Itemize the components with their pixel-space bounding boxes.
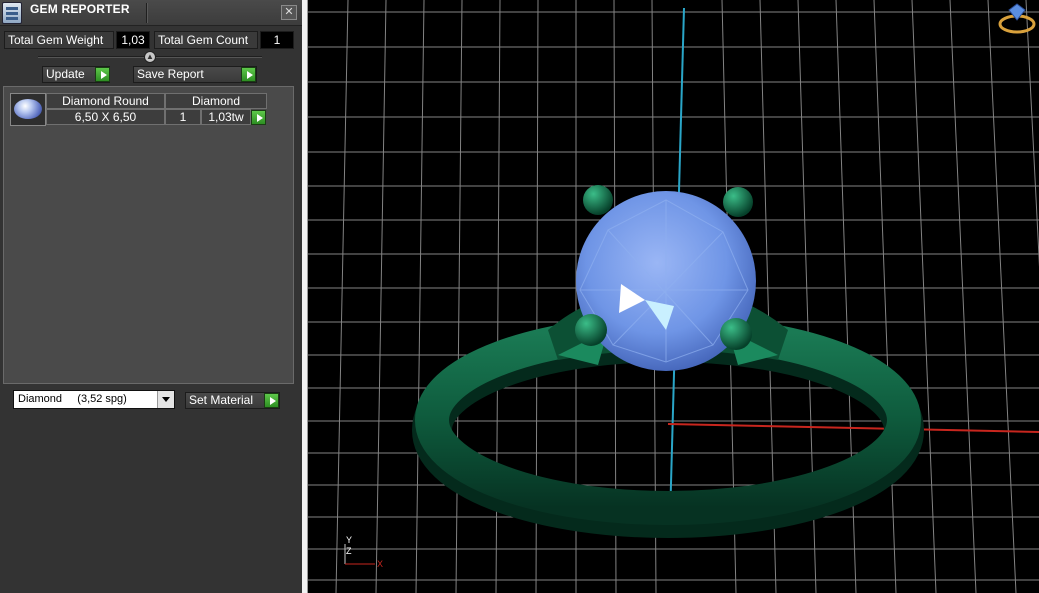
total-gem-weight-label: Total Gem Weight	[4, 31, 114, 49]
gem-report-list	[3, 86, 294, 384]
save-report-button-label: Save Report	[137, 67, 204, 81]
material-dropdown-value: Diamond (3,52 spg)	[18, 393, 127, 405]
axis-y-label: Y	[346, 535, 352, 545]
title-separator	[146, 3, 147, 23]
gem-reporter-app-icon	[2, 2, 22, 24]
gem-count-cell: 1	[165, 109, 201, 125]
x-axis-line	[667, 423, 1039, 433]
gem-weight-cell: 1,03tw	[201, 109, 251, 125]
material-dropdown[interactable]: Diamond (3,52 spg)	[13, 390, 175, 409]
gem-size-cell: 6,50 X 6,50	[46, 109, 165, 125]
collapse-arrow-icon[interactable]: ▲	[144, 51, 156, 63]
axis-z-label: Z	[346, 546, 352, 556]
gem-thumbnail[interactable]	[10, 93, 46, 126]
title-bar[interactable]: GEM REPORTER ✕	[0, 0, 302, 26]
total-gem-count-value: 1	[260, 31, 294, 49]
play-arrow-icon[interactable]	[264, 393, 279, 408]
set-material-button-label: Set Material	[189, 393, 254, 407]
prong-back-right	[723, 187, 753, 217]
ring-model[interactable]	[412, 185, 924, 538]
play-arrow-icon[interactable]	[241, 67, 256, 82]
save-report-button[interactable]: Save Report	[133, 66, 257, 83]
total-gem-count-label: Total Gem Count	[154, 31, 258, 49]
total-gem-weight-value: 1,03	[116, 31, 150, 49]
play-arrow-icon[interactable]	[251, 110, 266, 125]
play-arrow-icon[interactable]	[95, 67, 110, 82]
update-button-label: Update	[46, 67, 85, 81]
prong-front-right	[720, 318, 752, 350]
3d-viewport[interactable]: Y Z X	[308, 0, 1039, 593]
ring-diamond-icon[interactable]	[998, 3, 1036, 34]
close-icon[interactable]: ✕	[281, 5, 297, 20]
prong-front-left	[575, 314, 607, 346]
axis-x-label: X	[377, 559, 383, 569]
dropdown-arrow-icon[interactable]	[157, 391, 174, 408]
gem-reporter-panel: GEM REPORTER ✕ Total Gem Weight 1,03 Tot…	[0, 0, 302, 593]
round-diamond-icon	[14, 99, 42, 119]
window-title: GEM REPORTER	[30, 2, 130, 16]
prong-back-left	[583, 185, 613, 215]
viewport-canvas[interactable]: Y Z X	[308, 0, 1039, 593]
gem-shape-header: Diamond Round	[46, 93, 165, 109]
gem-material-header: Diamond	[165, 93, 267, 109]
